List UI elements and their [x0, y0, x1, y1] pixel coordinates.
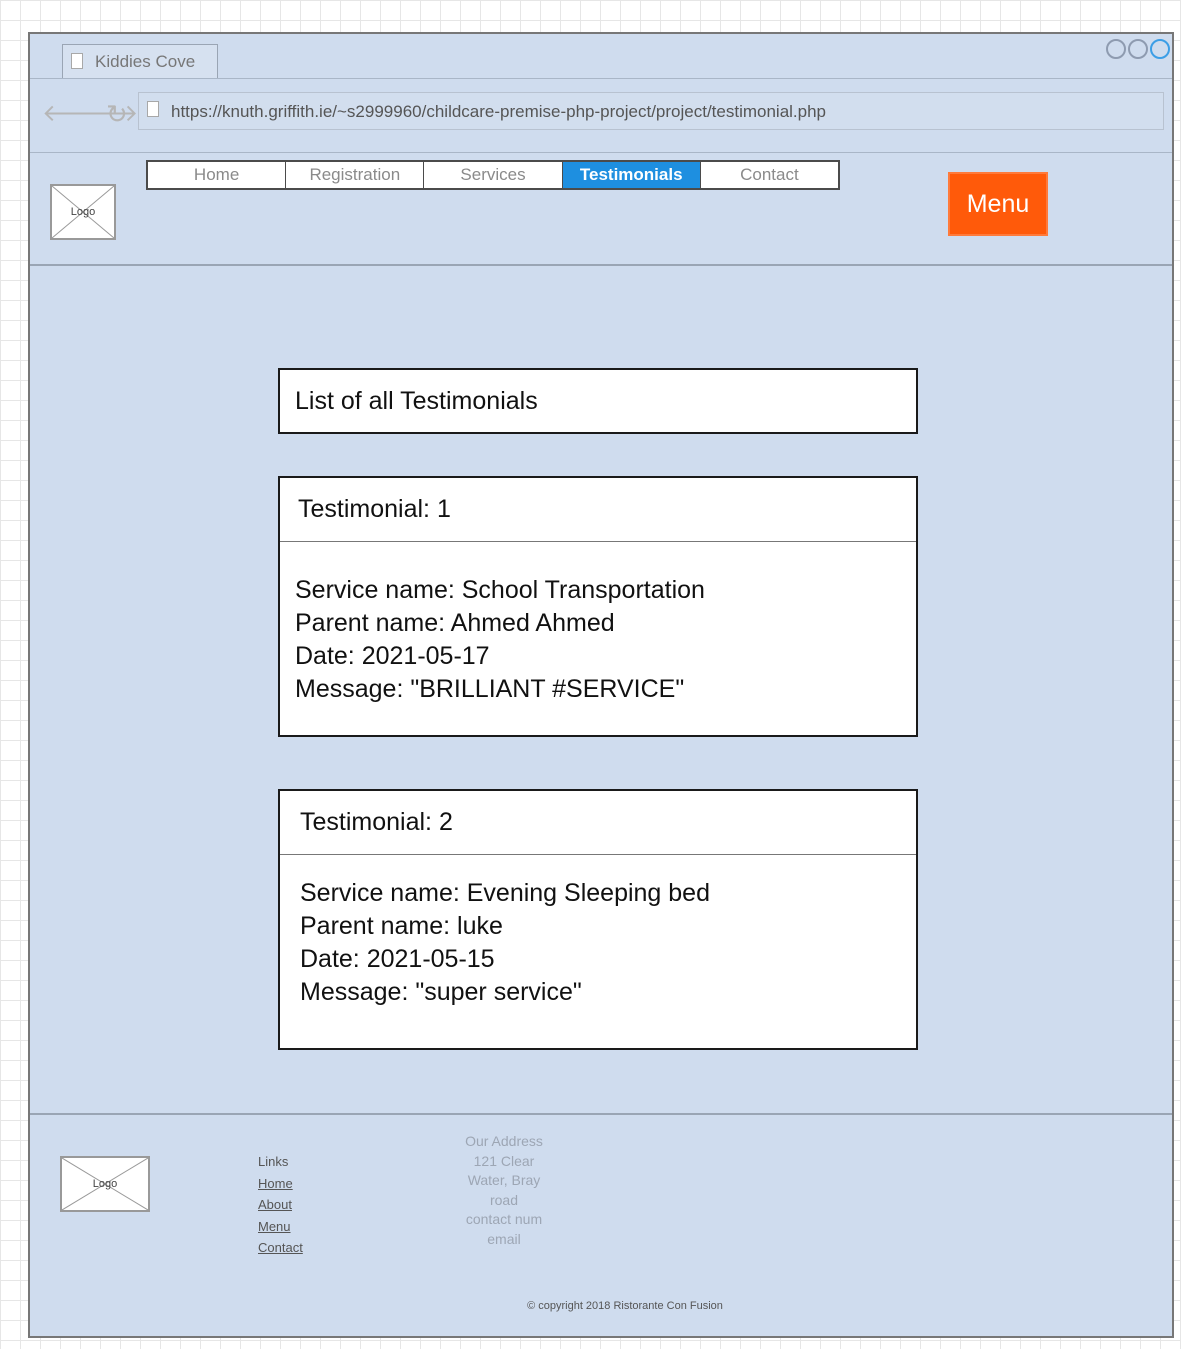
header-divider: [30, 264, 1172, 266]
url-field[interactable]: https://knuth.griffith.ie/~s2999960/chil…: [138, 92, 1164, 130]
testimonial-body: Service name: School Transportation Pare…: [280, 542, 916, 706]
address-heading: Our Address: [465, 1133, 543, 1149]
service-name: Service name: Evening Sleeping bed: [300, 879, 710, 907]
footer-link-home[interactable]: Home: [258, 1173, 303, 1195]
parent-name: Parent name: Ahmed Ahmed: [295, 609, 615, 637]
address-line: Water, Bray: [467, 1172, 541, 1188]
logo-label: Logo: [92, 1178, 118, 1190]
footer-links-heading: Links: [258, 1154, 289, 1169]
browser-tab[interactable]: Kiddies Cove: [62, 44, 218, 78]
page-icon: [147, 101, 159, 117]
main-nav: Home Registration Services Testimonials …: [146, 160, 840, 190]
testimonial-header: Testimonial: 2: [280, 791, 916, 855]
testimonial-heading: Testimonial: 2: [300, 808, 453, 836]
nav-registration[interactable]: Registration: [286, 162, 425, 188]
url-text: https://knuth.griffith.ie/~s2999960/chil…: [171, 102, 827, 121]
testimonial-message: Message: "super service": [300, 978, 582, 1006]
logo-label: Logo: [70, 206, 96, 218]
parent-name: Parent name: luke: [300, 912, 503, 940]
list-title-box: List of all Testimonials: [278, 368, 918, 434]
nav-testimonials[interactable]: Testimonials: [562, 162, 701, 188]
window-controls: [1106, 39, 1170, 59]
contact-email: email: [487, 1230, 521, 1247]
nav-services[interactable]: Services: [424, 162, 563, 188]
page-title: List of all Testimonials: [295, 387, 538, 415]
footer-link-contact[interactable]: Contact: [258, 1237, 303, 1259]
testimonial-date: Date: 2021-05-17: [295, 642, 490, 670]
copyright: © copyright 2018 Ristorante Con Fusion: [527, 1300, 723, 1312]
footer-link-about[interactable]: About: [258, 1194, 303, 1216]
tab-bar: Kiddies Cove: [30, 34, 1172, 79]
contact-number: contact num: [465, 1211, 543, 1227]
reload-icon[interactable]: ↻: [106, 100, 128, 128]
menu-button[interactable]: Menu: [948, 172, 1048, 236]
address-line: 121 Clear: [473, 1152, 535, 1169]
nav-contact[interactable]: Contact: [700, 162, 839, 188]
testimonial-heading: Testimonial: 1: [298, 495, 451, 523]
testimonial-header: Testimonial: 1: [280, 478, 916, 542]
footer-address: Our Address 121 Clear Water, Bray road c…: [444, 1132, 564, 1249]
address-bar: 🡐 🡒 ↻ https://knuth.griffith.ie/~s299996…: [30, 78, 1172, 153]
page-icon: [71, 53, 83, 69]
browser-window: Kiddies Cove 🡐 🡒 ↻ https://knuth.griffit…: [28, 32, 1174, 1338]
testimonial-card: Testimonial: 2 Service name: Evening Sle…: [278, 789, 918, 1050]
testimonial-card: Testimonial: 1 Service name: School Tran…: [278, 476, 918, 737]
footer-divider: [30, 1113, 1172, 1115]
footer-links: Links Home About Menu Contact: [258, 1151, 303, 1259]
tab-title: Kiddies Cove: [95, 52, 196, 71]
testimonial-date: Date: 2021-05-15: [300, 945, 495, 973]
window-close-icon[interactable]: [1106, 39, 1126, 59]
testimonial-body: Service name: Evening Sleeping bed Paren…: [280, 855, 916, 1009]
window-maximize-icon[interactable]: [1150, 39, 1170, 59]
footer-logo[interactable]: Logo: [60, 1156, 150, 1212]
nav-home[interactable]: Home: [148, 162, 287, 188]
service-name: Service name: School Transportation: [295, 576, 705, 604]
footer-link-menu[interactable]: Menu: [258, 1216, 303, 1238]
testimonial-message: Message: "BRILLIANT #SERVICE": [295, 675, 685, 703]
window-minimize-icon[interactable]: [1128, 39, 1148, 59]
address-line: road: [489, 1191, 519, 1208]
header-logo[interactable]: Logo: [50, 184, 116, 240]
